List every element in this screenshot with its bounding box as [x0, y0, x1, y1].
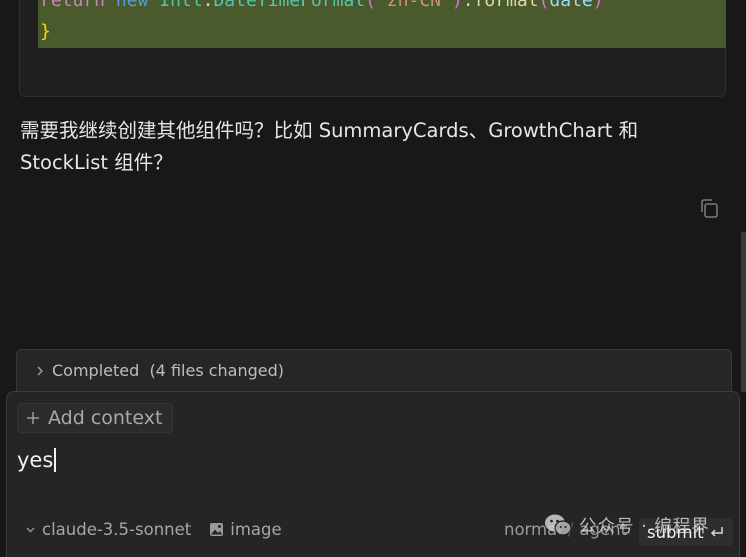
image-button[interactable]: image: [209, 520, 282, 539]
message-input-value: yes: [17, 448, 54, 472]
code-token: .: [462, 0, 474, 11]
watermark: 公众号 · 编程界: [543, 512, 710, 538]
model-select[interactable]: claude-3.5-sonnet: [25, 520, 191, 539]
code-token: new: [115, 0, 149, 11]
watermark-text: 公众号 · 编程界: [579, 516, 710, 537]
chevron-down-icon: [26, 527, 35, 533]
model-name: claude-3.5-sonnet: [42, 520, 192, 539]
image-label: image: [230, 520, 282, 539]
code-line: return new Intl.DateTimeFormat('zh-CN').…: [40, 0, 604, 12]
code-token: .: [202, 0, 214, 11]
code-token: (: [538, 0, 550, 11]
code-token: Intl: [159, 0, 203, 11]
code-block: return new Intl.DateTimeFormat('zh-CN').…: [19, 0, 726, 97]
copy-icon[interactable]: [699, 198, 719, 219]
code-token: 'zh-CN': [376, 0, 452, 11]
plus-icon: [27, 412, 39, 424]
code-token: format: [473, 0, 539, 11]
completed-bar[interactable]: Completed (4 files changed): [16, 349, 732, 397]
code-token: (: [365, 0, 376, 11]
wechat-logo-icon: [545, 514, 572, 536]
image-icon: [210, 523, 224, 536]
completed-label: Completed: [52, 361, 140, 380]
code-token: return: [40, 0, 106, 11]
code-token: ): [451, 0, 463, 11]
code-token: date: [549, 0, 593, 11]
code-token: ): [592, 0, 604, 11]
composer-footer: claude-3.5-sonnet image: [25, 520, 282, 539]
message-input[interactable]: yes: [17, 446, 717, 474]
add-context-label: Add context: [48, 407, 163, 429]
scrollbar-thumb[interactable]: [741, 232, 746, 392]
assistant-message: 需要我继续创建其他组件吗？比如 SummaryCards、GrowthChart…: [20, 119, 639, 174]
add-context-button[interactable]: Add context: [17, 403, 174, 433]
completed-status: Completed (4 files changed): [52, 360, 284, 382]
chevron-right-icon: [37, 366, 44, 376]
code-token: DateTimeFormat: [213, 0, 366, 11]
chat-panel: return new Intl.DateTimeFormat('zh-CN').…: [0, 0, 746, 557]
completed-detail: (4 files changed): [149, 361, 285, 380]
text-caret: [54, 448, 56, 472]
enter-icon: [710, 527, 723, 537]
code-line: }: [40, 21, 51, 42]
